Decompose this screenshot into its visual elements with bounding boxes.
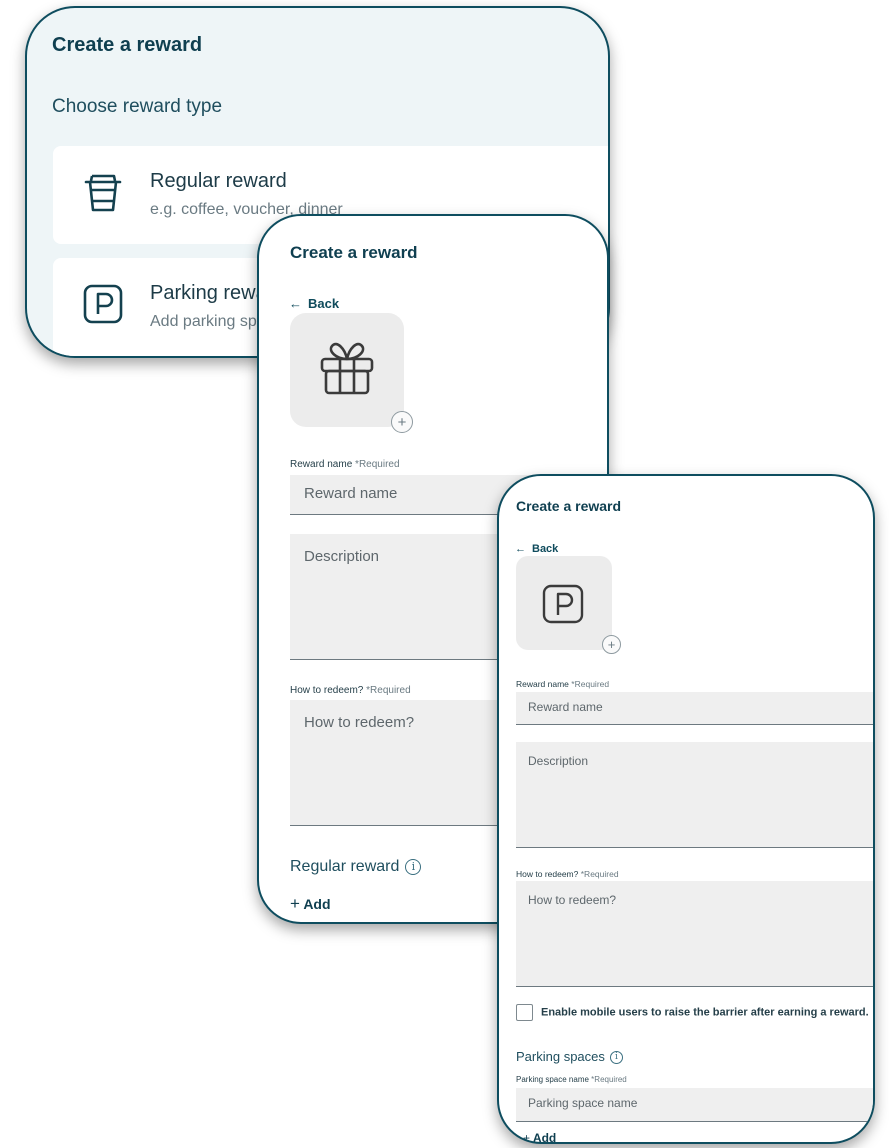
plus-icon: + <box>523 1131 531 1144</box>
back-label: Back <box>308 296 340 311</box>
page-title: Create a reward <box>52 34 203 56</box>
add-label: Add <box>532 1131 557 1144</box>
parking-icon <box>83 284 123 324</box>
coffee-cup-icon <box>84 174 122 212</box>
redeem-label-text: How to redeem? <box>290 685 364 696</box>
reward-name-label-text: Reward name <box>516 679 569 689</box>
back-arrow-icon: ← <box>289 296 302 311</box>
section-title-text: Regular reward <box>290 858 400 875</box>
section-title: Parking spaces i <box>516 1049 623 1065</box>
parking-space-name-input[interactable]: Parking space name <box>516 1088 873 1122</box>
redeem-textarea[interactable]: How to redeem? <box>516 881 873 987</box>
section-title-text: Parking spaces <box>516 1049 605 1064</box>
parking-space-name-label-text: Parking space name <box>516 1075 589 1084</box>
add-image-button[interactable]: + <box>391 411 413 433</box>
back-arrow-icon: ← <box>515 543 526 555</box>
required-marker: *Required <box>366 685 411 696</box>
info-icon[interactable]: i <box>609 1051 623 1065</box>
redeem-label-text: How to redeem? <box>516 869 579 879</box>
reward-name-input[interactable]: Reward name <box>516 692 873 725</box>
back-label: Back <box>532 543 559 555</box>
page-title: Create a reward <box>516 498 622 514</box>
redeem-label: How to redeem? *Required <box>290 685 411 696</box>
reward-name-label: Reward name *Required <box>290 459 400 470</box>
plus-icon: + <box>290 894 300 913</box>
required-marker: *Required <box>591 1075 627 1084</box>
reward-name-label: Reward name *Required <box>516 679 609 689</box>
add-button[interactable]: + Add <box>290 894 331 914</box>
redeem-label: How to redeem? *Required <box>516 869 619 879</box>
parking-icon <box>542 584 584 624</box>
add-label: Add <box>303 896 331 912</box>
info-icon[interactable]: i <box>405 858 422 875</box>
regular-reward-title: Regular reward <box>150 170 287 192</box>
barrier-option-row: Enable mobile users to raise the barrier… <box>516 1004 873 1021</box>
barrier-checkbox-label[interactable]: Enable mobile users to raise the barrier… <box>541 1007 869 1019</box>
reward-image-picker[interactable]: + <box>516 556 621 654</box>
gift-icon <box>320 342 374 395</box>
back-link[interactable]: ← Back <box>515 543 558 555</box>
parking-reward-form-screen: Create a reward ← Back + Reward name *Req… <box>497 474 875 1144</box>
reward-image-picker[interactable]: + <box>290 313 413 433</box>
parking-space-name-label: Parking space name *Required <box>516 1075 627 1084</box>
back-link[interactable]: ← Back <box>289 296 339 311</box>
reward-name-label-text: Reward name <box>290 459 353 470</box>
required-marker: *Required <box>580 869 619 879</box>
section-title: Regular reward i <box>290 858 422 876</box>
required-marker: *Required <box>571 679 610 689</box>
add-image-button[interactable]: + <box>602 635 621 654</box>
description-textarea[interactable]: Description <box>516 742 873 848</box>
barrier-checkbox[interactable] <box>516 1004 533 1021</box>
page-title: Create a reward <box>290 243 418 262</box>
required-marker: *Required <box>355 459 400 470</box>
reward-type-heading: Choose reward type <box>52 96 223 117</box>
add-button[interactable]: + Add <box>523 1131 557 1144</box>
